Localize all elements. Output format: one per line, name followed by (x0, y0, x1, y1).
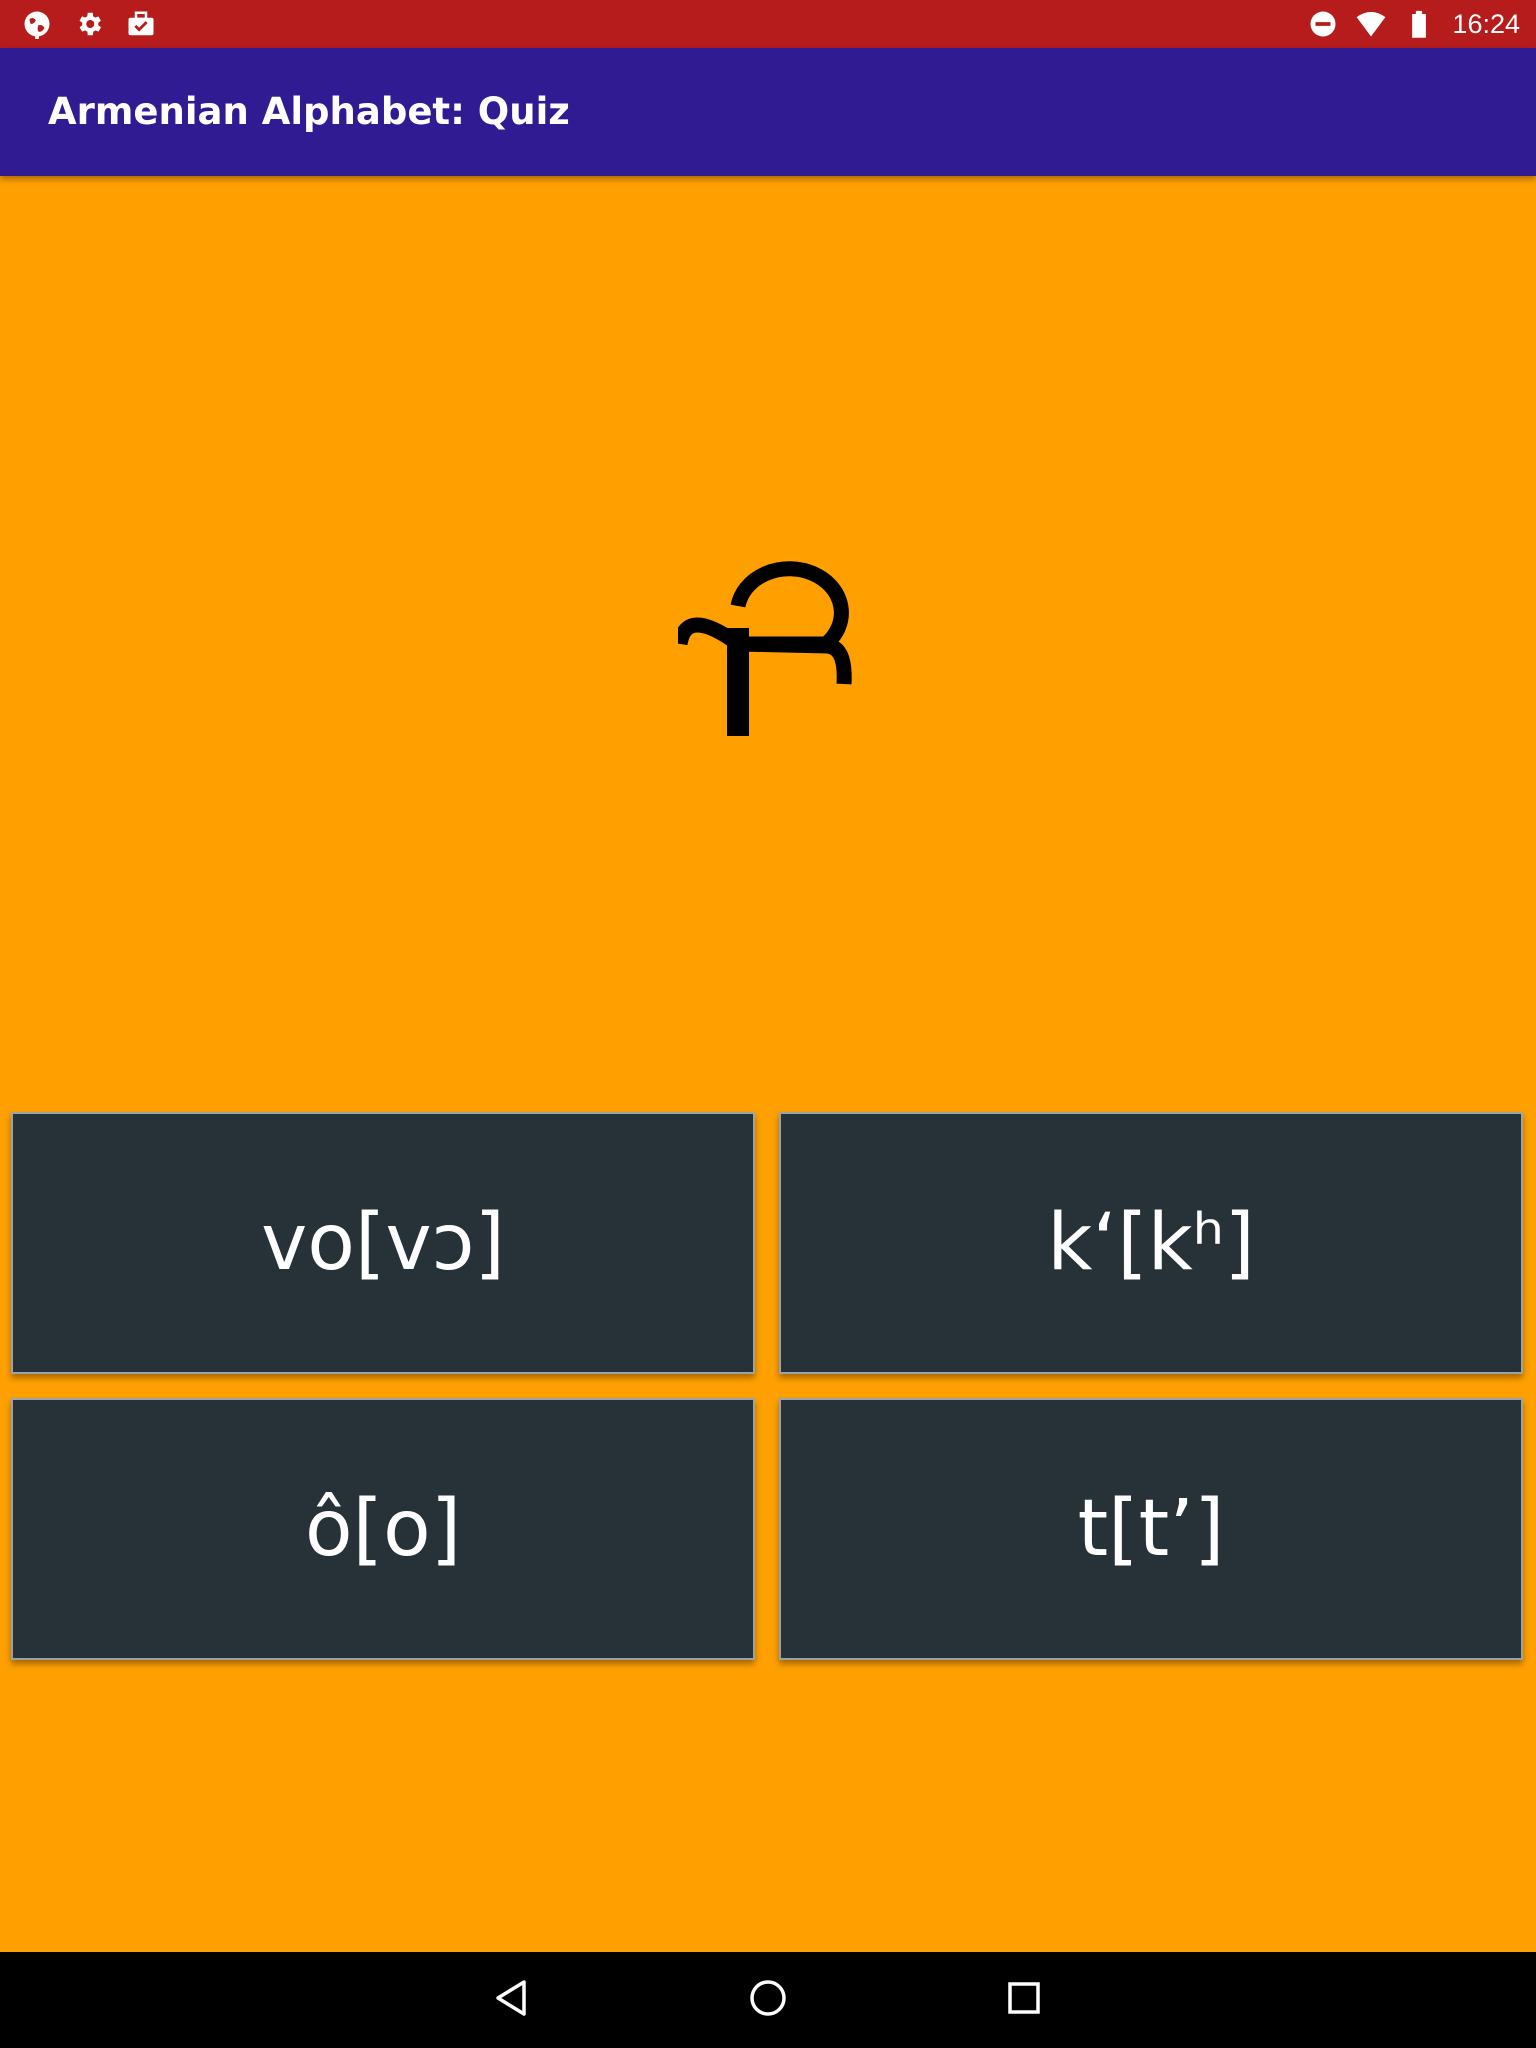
wifi-icon (1356, 9, 1386, 39)
recents-square-icon (1004, 1978, 1044, 2022)
briefcase-check-icon (126, 9, 156, 39)
do-not-disturb-icon (1308, 9, 1338, 39)
answer-button-2[interactable]: k‘[kʰ] (779, 1112, 1523, 1374)
answer-label: vo[vɔ] (261, 1198, 505, 1288)
answer-label: t[t’] (1077, 1484, 1225, 1574)
globe-icon (22, 9, 52, 39)
answer-label: k‘[kʰ] (1047, 1198, 1255, 1288)
home-button[interactable] (738, 1970, 798, 2030)
status-bar-left-icons (22, 8, 156, 40)
answer-label: ô[o] (304, 1484, 462, 1574)
answer-button-1[interactable]: vo[vɔ] (11, 1112, 755, 1374)
home-circle-icon (748, 1978, 788, 2022)
quiz-letter (678, 561, 852, 736)
page-title: Armenian Alphabet: Quiz (48, 90, 570, 133)
battery-icon (1404, 9, 1434, 39)
status-time: 16:24 (1452, 9, 1520, 39)
quiz-letter-area (0, 176, 1536, 1096)
recents-button[interactable] (994, 1970, 1054, 2030)
answer-button-3[interactable]: ô[o] (11, 1398, 755, 1660)
settings-gear-icon (74, 9, 104, 39)
answer-button-4[interactable]: t[t’] (779, 1398, 1523, 1660)
status-bar-right-icons: 16:24 (1308, 8, 1520, 40)
status-bar: 16:24 (0, 0, 1536, 48)
navigation-bar (0, 1952, 1536, 2048)
back-button[interactable] (482, 1970, 542, 2030)
back-triangle-icon (492, 1978, 532, 2022)
app-bar: Armenian Alphabet: Quiz (0, 48, 1536, 176)
